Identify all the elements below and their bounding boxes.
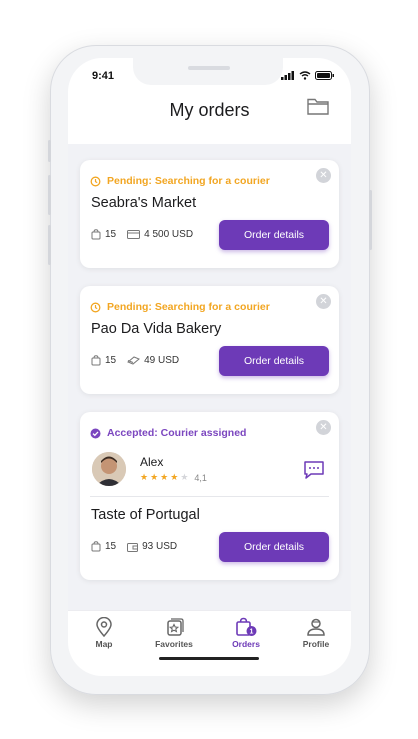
- map-pin-icon: [96, 617, 112, 637]
- orders-badge: 1: [250, 629, 254, 636]
- items-count: 15: [91, 541, 116, 552]
- phone-notch: [133, 58, 283, 85]
- bag-icon: [91, 355, 101, 366]
- order-details-button[interactable]: Order details: [219, 220, 329, 250]
- order-status: Pending: Searching for a courier: [90, 301, 270, 313]
- orders-bag-icon: 1: [236, 617, 257, 636]
- clock-icon: [90, 302, 101, 312]
- tab-map[interactable]: Map: [74, 617, 134, 649]
- tab-label: Map: [95, 639, 113, 649]
- star-icon: ★: [180, 472, 189, 482]
- tab-label: Profile: [302, 639, 330, 649]
- page-header: My orders: [68, 92, 351, 144]
- bag-icon: [91, 541, 101, 552]
- tab-bar: Map Favorites 1 Orders Profile: [68, 610, 351, 676]
- clock-icon: [90, 176, 101, 186]
- order-status-text: Pending: Searching for a courier: [107, 301, 270, 313]
- star-icon: ★: [160, 472, 169, 482]
- courier-rating: 4,1: [194, 472, 207, 483]
- tab-favorites[interactable]: Favorites: [144, 617, 204, 649]
- side-button: [48, 140, 51, 162]
- items-count-value: 15: [105, 541, 117, 552]
- app-screen: 9:41 My orders ✕ Pending: Searching for …: [68, 58, 351, 676]
- chat-icon[interactable]: [303, 460, 325, 480]
- phone-speaker: [188, 66, 230, 70]
- order-details-button[interactable]: Order details: [219, 532, 329, 562]
- check-circle-icon: [90, 428, 101, 438]
- order-amount-value: 93 USD: [142, 541, 178, 552]
- bag-icon: [91, 229, 101, 240]
- order-amount: 4 500 USD: [127, 229, 193, 240]
- order-amount-value: 49 USD: [144, 355, 180, 366]
- star-icon: ★: [140, 472, 149, 482]
- order-amount: 93 USD: [127, 541, 177, 552]
- items-count-value: 15: [105, 229, 117, 240]
- order-card[interactable]: ✕ Pending: Searching for a courier Pao D…: [80, 286, 339, 394]
- star-icon: ★: [150, 472, 159, 482]
- store-name: Pao Da Vida Bakery: [91, 321, 222, 337]
- home-indicator: [159, 657, 259, 660]
- order-status: Accepted: Courier assigned: [90, 427, 246, 439]
- favorites-icon: [167, 618, 184, 636]
- card-icon: [127, 230, 141, 239]
- avatar: [92, 452, 126, 486]
- status-icons: [281, 71, 335, 80]
- avatar-image: [92, 452, 126, 486]
- tab-profile[interactable]: Profile: [286, 617, 346, 649]
- side-button: [48, 175, 51, 215]
- tab-label: Favorites: [155, 639, 193, 649]
- courier-name: Alex: [140, 455, 164, 469]
- tab-label: Orders: [232, 639, 260, 649]
- close-icon[interactable]: ✕: [316, 168, 331, 183]
- status-time: 9:41: [92, 70, 115, 82]
- folder-icon[interactable]: [307, 98, 329, 116]
- profile-icon: [307, 618, 325, 636]
- order-amount: 49 USD: [127, 355, 179, 366]
- side-button: [369, 190, 372, 250]
- signal-icon: [281, 71, 294, 80]
- order-meta: 15 4 500 USD: [91, 229, 204, 240]
- order-meta: 15 49 USD: [91, 355, 190, 366]
- order-card[interactable]: ✕ Pending: Searching for a courier Seabr…: [80, 160, 339, 268]
- divider: [90, 496, 329, 497]
- order-status: Pending: Searching for a courier: [90, 175, 270, 187]
- order-amount-value: 4 500 USD: [144, 229, 194, 240]
- close-icon[interactable]: ✕: [316, 294, 331, 309]
- wifi-icon: [299, 71, 311, 80]
- items-count-value: 15: [105, 355, 117, 366]
- courier-stars: ★ ★ ★ ★ ★ 4,1: [140, 472, 207, 483]
- cash-icon: [127, 356, 141, 365]
- order-details-button[interactable]: Order details: [219, 346, 329, 376]
- side-button: [48, 225, 51, 265]
- items-count: 15: [91, 229, 116, 240]
- order-card[interactable]: ✕ Accepted: Courier assigned Alex ★ ★ ★ …: [80, 412, 339, 580]
- wallet-icon: [127, 542, 139, 552]
- order-status-text: Pending: Searching for a courier: [107, 175, 270, 187]
- close-icon[interactable]: ✕: [316, 420, 331, 435]
- courier-info: Alex ★ ★ ★ ★ ★ 4,1: [92, 452, 207, 486]
- star-icon: ★: [170, 472, 179, 482]
- store-name: Taste of Portugal: [91, 507, 200, 523]
- tab-orders[interactable]: 1 Orders: [216, 617, 276, 649]
- order-status-text: Accepted: Courier assigned: [107, 427, 247, 439]
- store-name: Seabra's Market: [91, 195, 197, 211]
- battery-icon: [315, 71, 334, 80]
- items-count: 15: [91, 355, 116, 366]
- order-meta: 15 93 USD: [91, 541, 188, 552]
